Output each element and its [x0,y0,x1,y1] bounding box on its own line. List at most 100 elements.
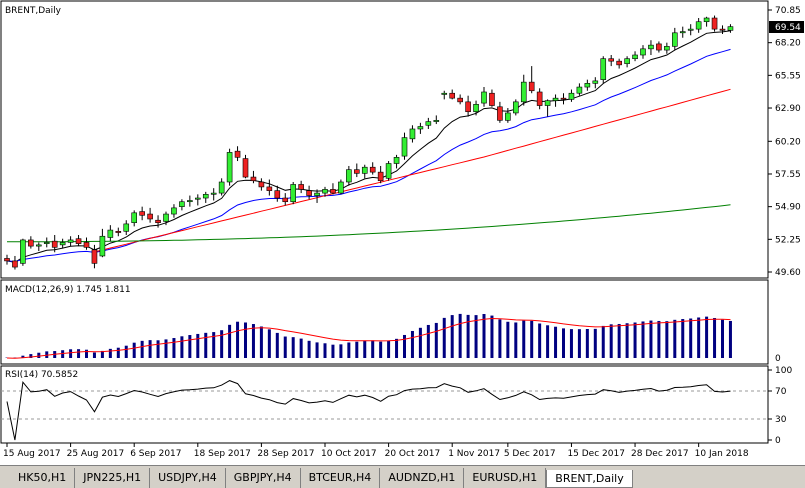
current-price: 69.54 [775,23,801,33]
macd-bar [228,325,231,358]
candle-body [585,83,590,87]
tab-usdjpy-h4[interactable]: USDJPY,H4 [150,468,226,488]
macd-bar [586,329,589,358]
candle-body [625,59,630,64]
macd-bar [300,339,303,358]
macd-bar [610,324,613,358]
tab-hk50-h1[interactable]: HK50,H1 [10,468,75,488]
candle-body [179,202,184,207]
macd-bar [562,328,565,358]
candle-body [537,92,542,106]
macd-bar [721,320,724,358]
macd-bar [419,328,422,358]
candle-body [529,82,534,91]
candle-body [656,44,661,50]
tab-audnzd-h1[interactable]: AUDNZD,H1 [380,468,464,488]
candle-body [60,242,65,244]
candle-body [696,22,701,29]
tab-gbpjpy-h4[interactable]: GBPJPY,H4 [226,468,301,488]
candle-body [561,98,566,99]
candle-body [92,250,97,264]
macd-bar [649,321,652,358]
macd-bar [188,335,191,358]
macd-bar [514,322,517,358]
candle-body [132,213,137,223]
candle-body [593,81,598,83]
macd-bar [483,314,486,358]
candle-body [108,230,113,237]
price-tick-label: 62.90 [775,104,801,114]
macd-bar [331,345,334,358]
candle-body [577,87,582,93]
macd-bar [125,346,128,358]
macd-bar [236,322,239,358]
macd-bar [689,319,692,358]
macd-bar [673,320,676,358]
macd-bar [196,334,199,358]
macd-bar [490,316,493,358]
date-tick-label: 18 Sep 2017 [194,449,251,459]
candle-body [489,93,494,105]
rsi-tick-label: 30 [775,415,787,425]
candle-body [68,240,73,242]
macd-bar [387,340,390,358]
rsi-label: RSI(14) 70.5852 [5,370,78,380]
macd-bar [157,340,160,358]
candle-body [243,159,248,177]
candle-body [124,224,129,231]
candle-body [346,170,351,182]
candle-body [307,191,312,196]
candle-body [680,32,685,33]
macd-bar [347,342,350,358]
macd-bar [665,321,668,358]
macd-bar [355,342,358,358]
candle-body [203,194,208,198]
tab-eurusd-h1[interactable]: EURUSD,H1 [464,468,546,488]
candle-body [720,29,725,30]
candle-body [497,107,502,121]
macd-bar [713,318,716,358]
candle-body [617,61,622,65]
symbol-label: BRENT,Daily [5,6,62,16]
price-tick-label: 52.25 [775,235,801,245]
candle-body [76,239,81,244]
date-tick-label: 1 Nov 2017 [448,449,500,459]
chart-area[interactable]: 70.8568.2065.5562.9060.2057.5554.9052.25… [0,0,805,465]
macd-bar [634,323,637,358]
candle-body [354,170,359,174]
tab-brent-daily[interactable]: BRENT,Daily [546,470,632,488]
candle-body [664,46,669,50]
candle-body [140,212,145,216]
macd-bar [252,324,255,358]
date-tick-label: 28 Sep 2017 [257,449,314,459]
candle-body [148,214,153,219]
macd-bar [204,333,207,358]
candle-body [609,59,614,61]
candle-body [100,236,105,256]
tab-btceur-h4[interactable]: BTCEUR,H4 [301,468,381,488]
price-tick-label: 68.20 [775,39,801,49]
candle-body [251,177,256,181]
macd-bar [133,343,136,358]
candle-body [219,182,224,193]
macd-bar [180,336,183,358]
candle-body [338,182,343,193]
tab-jpn225-h1[interactable]: JPN225,H1 [75,468,150,488]
macd-bar [292,337,295,358]
candle-body [442,93,447,94]
macd-bar [618,324,621,358]
macd-bar [244,322,247,358]
rsi-tick-label: 70 [775,387,787,397]
macd-tick-label: 0 [775,354,781,364]
candle-body [291,184,296,201]
macd-bar [85,350,88,358]
candle-body [521,82,526,102]
macd-bar [538,323,541,358]
macd-bar [69,349,72,358]
macd-bar [109,349,112,358]
tab-scroll-left[interactable] [0,470,10,488]
date-tick-label: 20 Oct 2017 [385,449,441,459]
candle-body [227,152,232,182]
macd-bar [268,329,271,358]
candle-body [12,261,17,267]
